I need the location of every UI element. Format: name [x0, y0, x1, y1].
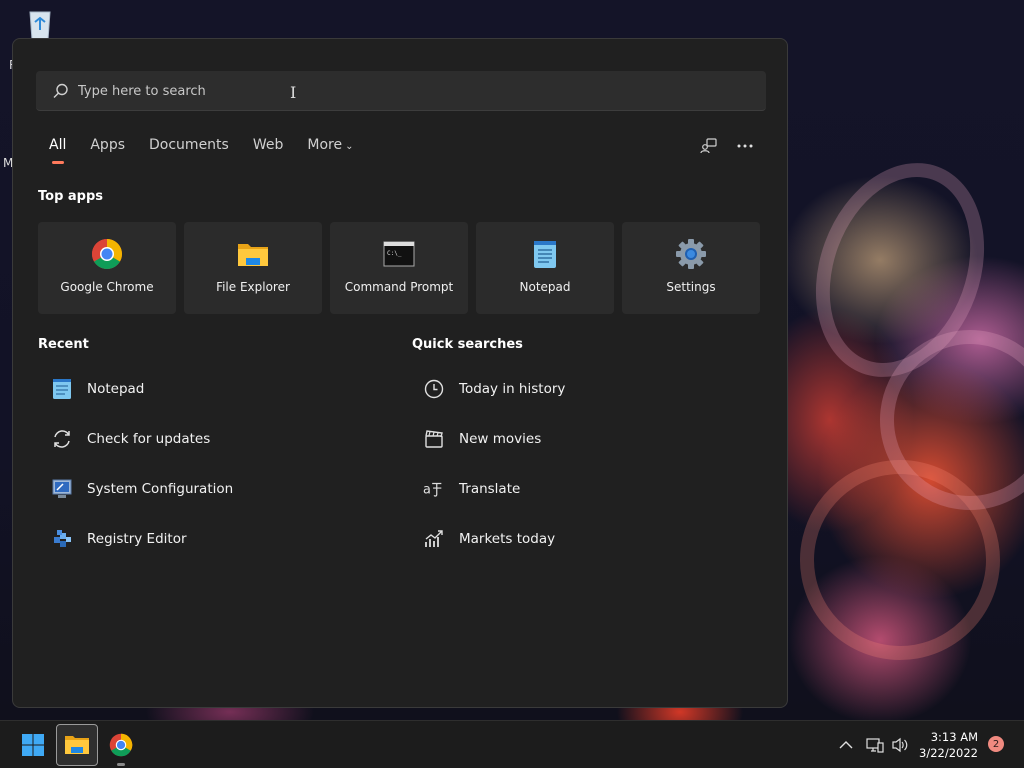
- chrome-icon: [109, 733, 133, 757]
- start-button[interactable]: [12, 724, 54, 766]
- app-label: File Explorer: [216, 280, 290, 294]
- clock-time: 3:13 AM: [930, 730, 978, 744]
- folder-icon: [237, 238, 269, 270]
- svg-text:a: a: [423, 483, 431, 498]
- list-item-label: Translate: [459, 481, 521, 497]
- clock-icon: [423, 378, 445, 400]
- folder-icon: [65, 736, 89, 754]
- taskbar-chrome[interactable]: [100, 724, 142, 766]
- people-icon: [700, 138, 717, 154]
- tab-documents[interactable]: Documents: [149, 137, 229, 167]
- notification-badge[interactable]: 2: [988, 736, 1004, 752]
- terminal-icon: C:\_: [383, 238, 415, 270]
- taskbar: 3:13 AM 3/22/2022: [0, 720, 1024, 768]
- app-tile-notepad[interactable]: Notepad: [476, 222, 614, 314]
- translate-icon: a: [423, 478, 445, 500]
- list-item-label: Check for updates: [87, 431, 211, 447]
- recycle-bin-icon[interactable]: [22, 8, 58, 41]
- app-tile-google-chrome[interactable]: Google Chrome: [38, 222, 176, 314]
- list-item-label: Today in history: [459, 381, 566, 397]
- windows-logo-icon: [22, 734, 44, 756]
- tab-more[interactable]: More ⌄: [307, 137, 353, 167]
- notepad-icon: [51, 378, 73, 400]
- quick-search-markets-today[interactable]: Markets today: [411, 519, 711, 559]
- list-item-label: Markets today: [459, 531, 556, 547]
- recent-heading: Recent: [38, 337, 89, 352]
- chart-up-icon: [423, 528, 445, 550]
- svg-text:C:\_: C:\_: [387, 250, 402, 257]
- quick-searches-heading: Quick searches: [412, 337, 523, 352]
- top-apps-grid: Google Chrome File Explorer C:\_ Command…: [38, 222, 760, 314]
- search-panel: I All Apps Documents Web More⌄ Top apps: [12, 38, 788, 708]
- refresh-icon: [51, 428, 73, 450]
- filter-tabs: All Apps Documents Web More ⌄: [49, 137, 377, 167]
- app-tile-file-explorer[interactable]: File Explorer: [184, 222, 322, 314]
- network-icon[interactable]: [862, 737, 888, 753]
- notepad-icon: [529, 238, 561, 270]
- quick-search-translate[interactable]: a Translate: [411, 469, 711, 509]
- tab-more-label: More: [307, 137, 343, 153]
- list-item-label: Registry Editor: [87, 531, 187, 547]
- tab-all[interactable]: All: [49, 137, 66, 167]
- recent-item-notepad[interactable]: Notepad: [39, 369, 339, 409]
- gear-icon: [675, 238, 707, 270]
- recent-item-registry-editor[interactable]: Registry Editor: [39, 519, 339, 559]
- system-config-icon: [51, 478, 73, 500]
- app-label: Command Prompt: [344, 280, 454, 294]
- clock-date: 3/22/2022: [919, 746, 978, 760]
- app-tile-settings[interactable]: Settings: [622, 222, 760, 314]
- search-input[interactable]: [78, 71, 678, 111]
- volume-icon[interactable]: [888, 737, 912, 753]
- clock[interactable]: 3:13 AM 3/22/2022: [914, 729, 978, 761]
- ellipsis-icon: [737, 144, 753, 148]
- tab-web[interactable]: Web: [253, 137, 284, 167]
- app-tile-command-prompt[interactable]: C:\_ Command Prompt: [330, 222, 468, 314]
- text-cursor-icon: I: [290, 83, 297, 102]
- system-tray: [836, 721, 912, 768]
- clapperboard-icon: [423, 428, 445, 450]
- app-label: Settings: [666, 280, 716, 294]
- top-apps-heading: Top apps: [38, 189, 104, 204]
- account-switch-button[interactable]: [695, 133, 723, 159]
- quick-search-today-in-history[interactable]: Today in history: [411, 369, 711, 409]
- app-label: Google Chrome: [60, 280, 154, 294]
- recent-item-check-for-updates[interactable]: Check for updates: [39, 419, 339, 459]
- tab-apps[interactable]: Apps: [90, 137, 125, 167]
- chrome-icon: [91, 238, 123, 270]
- list-item-label: System Configuration: [87, 481, 234, 497]
- search-icon: [52, 82, 70, 100]
- more-options-button[interactable]: [731, 133, 759, 159]
- search-box[interactable]: I: [36, 71, 766, 111]
- chevron-down-icon: ⌄: [345, 141, 354, 152]
- taskbar-file-explorer[interactable]: [56, 724, 98, 766]
- running-indicator: [117, 763, 125, 766]
- recent-item-system-configuration[interactable]: System Configuration: [39, 469, 339, 509]
- chevron-up-icon[interactable]: [836, 740, 856, 750]
- quick-search-new-movies[interactable]: New movies: [411, 419, 711, 459]
- app-label: Notepad: [519, 280, 571, 294]
- registry-icon: [51, 528, 73, 550]
- list-item-label: New movies: [459, 431, 542, 447]
- list-item-label: Notepad: [87, 381, 145, 397]
